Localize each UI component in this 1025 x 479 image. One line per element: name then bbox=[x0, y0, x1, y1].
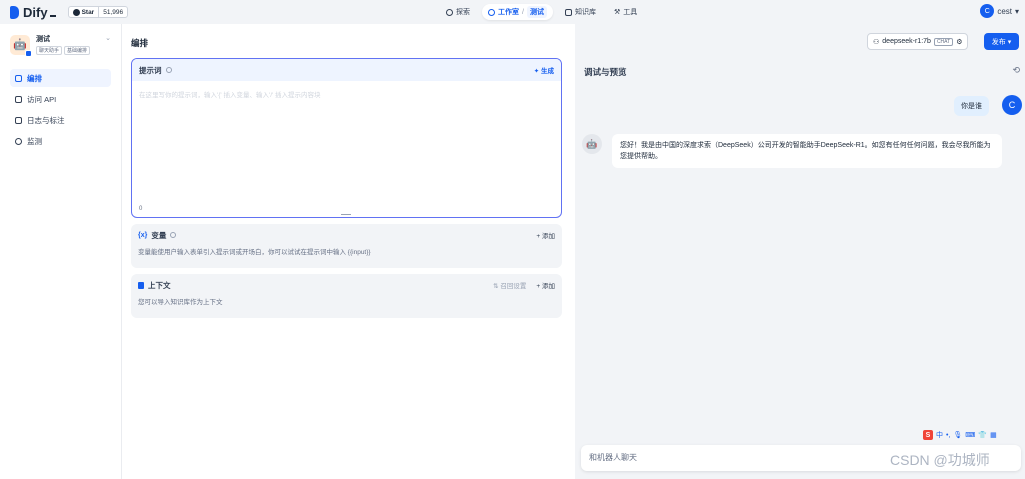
user-avatar: C bbox=[1002, 95, 1022, 115]
sidebar-item-orchestrate[interactable]: 编排 bbox=[10, 69, 111, 87]
robot-icon: ⚇ bbox=[873, 38, 880, 46]
microphone-icon: 🎙 bbox=[953, 432, 963, 439]
recall-settings-button[interactable]: ⇅ 召回设置 bbox=[493, 280, 526, 290]
orchestrate-panel: 编排 提示词 ✦ 生成 在这里写你的提示词，输入'{' 插入变量、输入'/' 插… bbox=[122, 24, 575, 479]
shirt-icon: 👕 bbox=[978, 432, 988, 439]
model-selector[interactable]: ⚇ deepseek-r1:7b CHAT ⚙ bbox=[867, 33, 969, 50]
settings-sliders-icon: ⚙ bbox=[956, 38, 963, 46]
app-tag-basic: 基础编排 bbox=[64, 46, 91, 55]
keyboard-icon: ⌨ bbox=[965, 432, 976, 439]
nav-studio-current-app[interactable]: 测试 bbox=[526, 6, 547, 18]
nav-knowledge[interactable]: 知识库 bbox=[559, 4, 602, 20]
main-nav: 探索 工作室 / 测试 知识库 ⚒ 工具 bbox=[440, 4, 643, 20]
bot-avatar-icon: 🤖 bbox=[582, 134, 602, 154]
prompt-label: 提示词 bbox=[139, 65, 162, 75]
app-name: 测试 bbox=[36, 36, 50, 43]
file-list-icon bbox=[15, 116, 22, 124]
user-menu[interactable]: C cest ▾ bbox=[980, 4, 1019, 18]
nav-studio[interactable]: 工作室 / 测试 bbox=[482, 4, 553, 20]
logo-underscore bbox=[49, 14, 56, 17]
add-variable-button[interactable]: + 添加 bbox=[536, 230, 555, 240]
bot-message: 您好！我是由中国的深度求索（DeepSeek）公司开发的智能助手DeepSeek… bbox=[612, 134, 1002, 168]
refresh-icon[interactable]: ⟲ bbox=[1012, 65, 1020, 76]
resize-handle[interactable] bbox=[341, 213, 351, 215]
hammer-icon: ⚒ bbox=[613, 9, 621, 16]
ime-punct-icon: •, bbox=[946, 431, 951, 439]
layout-icon bbox=[15, 74, 22, 82]
ime-toolbar[interactable]: S 中 •, 🎙 ⌨ 👕 ▦ bbox=[923, 430, 997, 440]
app-type-badge-icon bbox=[25, 49, 32, 57]
chevron-down-icon: ▾ bbox=[1007, 38, 1012, 46]
variables-label: 变量 bbox=[151, 230, 167, 240]
sidebar: 🤖 测试 聊天助手 基础编排 ⌄ 编排 访问 API 日志与标注 监测 bbox=[0, 24, 122, 479]
prompt-input[interactable]: 在这里写你的提示词，输入'{' 插入变量、输入'/' 插入提示内容块 bbox=[132, 81, 561, 107]
publish-button[interactable]: 发布 ▾ bbox=[984, 33, 1019, 50]
prompt-char-count: 0 bbox=[139, 206, 143, 212]
csdn-watermark: CSDN @功城师 bbox=[890, 452, 990, 468]
generate-button[interactable]: ✦ 生成 bbox=[534, 65, 554, 75]
variables-description: 变量能使用户输入表单引入提示词或开场白，你可以试试在提示词中输入 {{input… bbox=[138, 249, 371, 256]
sidebar-item-api[interactable]: 访问 API bbox=[10, 90, 111, 108]
sidebar-item-monitor[interactable]: 监测 bbox=[10, 132, 111, 150]
book-icon bbox=[564, 8, 572, 16]
info-icon[interactable] bbox=[170, 232, 177, 238]
github-star-button[interactable]: Star 51,996 bbox=[67, 6, 129, 18]
chevron-down-icon: ⌄ bbox=[105, 35, 111, 42]
sogou-icon: S bbox=[923, 430, 933, 440]
nav-explore[interactable]: 探索 bbox=[440, 4, 476, 20]
debug-title: 调试与预览 bbox=[584, 67, 627, 77]
add-context-button[interactable]: + 添加 bbox=[536, 280, 555, 290]
grid-icon: ▦ bbox=[990, 432, 997, 439]
model-mode-tag: CHAT bbox=[933, 37, 954, 46]
app-robot-icon: 🤖 bbox=[10, 34, 32, 57]
github-icon bbox=[72, 8, 80, 16]
logo-mark-icon bbox=[10, 5, 19, 19]
context-label: 上下文 bbox=[148, 280, 171, 290]
compass-icon bbox=[446, 8, 453, 16]
terminal-icon bbox=[15, 95, 22, 103]
user-message: 你是谁 bbox=[954, 96, 989, 116]
context-section: 上下文 ⇅ 召回设置 + 添加 您可以导入知识库作为上下文 bbox=[131, 274, 562, 318]
variables-section: {x} 变量 + 添加 变量能使用户输入表单引入提示词或开场白，你可以试试在提示… bbox=[131, 224, 562, 268]
debug-preview-panel: 调试与预览 ⟲ 你是谁 C 🤖 您好！我是由中国的深度求索（DeepSeek）公… bbox=[576, 57, 1025, 479]
sidebar-item-logs[interactable]: 日志与标注 bbox=[10, 111, 111, 129]
avatar: C bbox=[980, 4, 995, 18]
nav-tools[interactable]: ⚒ 工具 bbox=[608, 4, 643, 20]
robot-icon bbox=[488, 8, 495, 16]
page-title: 编排 bbox=[131, 38, 149, 48]
star-count: 51,996 bbox=[103, 8, 124, 16]
dify-logo[interactable]: Dify bbox=[10, 5, 56, 20]
info-icon[interactable] bbox=[165, 67, 172, 73]
app-switcher[interactable]: 🤖 测试 聊天助手 基础编排 ⌄ bbox=[0, 24, 121, 61]
variable-icon: {x} bbox=[138, 231, 148, 239]
app-tag-chat: 聊天助手 bbox=[36, 46, 63, 55]
prompt-editor[interactable]: 提示词 ✦ 生成 在这里写你的提示词，输入'{' 插入变量、输入'/' 插入提示… bbox=[131, 58, 562, 218]
document-icon bbox=[138, 281, 144, 289]
context-description: 您可以导入知识库作为上下文 bbox=[138, 299, 223, 306]
dashboard-icon bbox=[15, 137, 22, 145]
chevron-down-icon: ▾ bbox=[1014, 6, 1019, 16]
